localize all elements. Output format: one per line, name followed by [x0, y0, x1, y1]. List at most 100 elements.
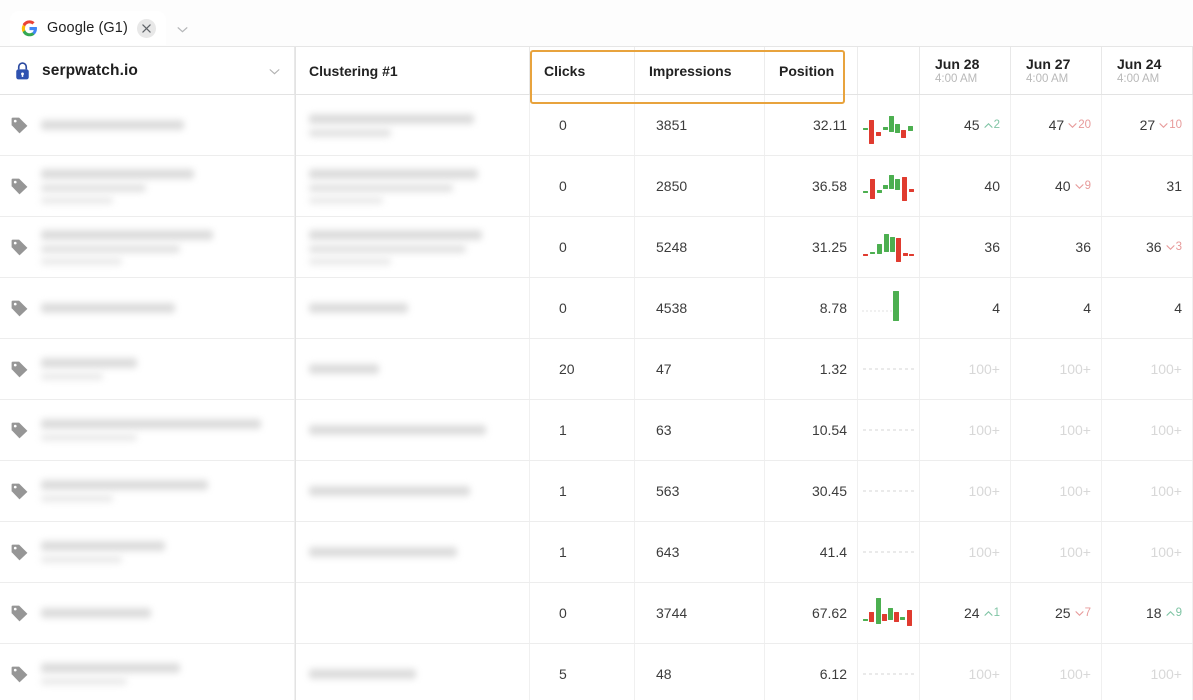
trend-sparkline-cell[interactable] [858, 217, 920, 277]
clicks-cell[interactable]: 1 [530, 522, 635, 582]
table-row[interactable]: 1 63 10.54 100+ 100+ 100+ [0, 400, 1193, 461]
keyword-cell[interactable] [0, 644, 295, 700]
rank-cell-0[interactable]: 40 [920, 156, 1011, 216]
table-row[interactable]: 1 563 30.45 100+ 100+ 100+ [0, 461, 1193, 522]
rank-cell-0[interactable]: 4 [920, 278, 1011, 338]
rank-cell-1[interactable]: 100+ [1011, 400, 1102, 460]
rank-cell-0[interactable]: 100+ [920, 461, 1011, 521]
position-cell[interactable]: 36.58 [765, 156, 858, 216]
table-row[interactable]: 0 2850 36.58 40 40 9 31 [0, 156, 1193, 217]
rank-cell-1[interactable]: 47 20 [1011, 95, 1102, 155]
tag-icon[interactable] [10, 421, 29, 440]
tag-icon[interactable] [10, 238, 29, 257]
tag-icon[interactable] [10, 299, 29, 318]
table-row[interactable]: 0 3744 67.62 24 1 25 7 18 9 [0, 583, 1193, 644]
table-row[interactable]: 5 48 6.12 100+ 100+ 100+ [0, 644, 1193, 700]
column-header-date-0[interactable]: Jun 28 4:00 AM [920, 47, 1011, 94]
position-cell[interactable]: 32.11 [765, 95, 858, 155]
position-cell[interactable]: 8.78 [765, 278, 858, 338]
rank-cell-2[interactable]: 36 3 [1102, 217, 1193, 277]
rank-cell-1[interactable]: 40 9 [1011, 156, 1102, 216]
impressions-cell[interactable]: 63 [635, 400, 765, 460]
rank-cell-2[interactable]: 100+ [1102, 522, 1193, 582]
table-row[interactable]: 0 3851 32.11 45 2 47 20 27 10 [0, 95, 1193, 156]
rank-cell-2[interactable]: 18 9 [1102, 583, 1193, 643]
clicks-cell[interactable]: 0 [530, 278, 635, 338]
rank-cell-2[interactable]: 100+ [1102, 461, 1193, 521]
table-row[interactable]: 1 643 41.4 100+ 100+ 100+ [0, 522, 1193, 583]
tag-icon[interactable] [10, 177, 29, 196]
impressions-cell[interactable]: 5248 [635, 217, 765, 277]
position-cell[interactable]: 30.45 [765, 461, 858, 521]
column-header-date-2[interactable]: Jun 24 4:00 AM [1102, 47, 1193, 94]
position-cell[interactable]: 1.32 [765, 339, 858, 399]
rank-cell-2[interactable]: 4 [1102, 278, 1193, 338]
rank-cell-1[interactable]: 100+ [1011, 339, 1102, 399]
close-icon[interactable] [136, 18, 156, 38]
column-header-position[interactable]: Position [765, 47, 858, 94]
keyword-cell[interactable] [0, 339, 295, 399]
keyword-cell[interactable] [0, 278, 295, 338]
rank-cell-0[interactable]: 100+ [920, 339, 1011, 399]
rank-cell-2[interactable]: 31 [1102, 156, 1193, 216]
impressions-cell[interactable]: 563 [635, 461, 765, 521]
table-row[interactable]: 0 4538 8.78 4 4 4 [0, 278, 1193, 339]
keyword-cell[interactable] [0, 95, 295, 155]
keyword-cell[interactable] [0, 156, 295, 216]
clicks-cell[interactable]: 0 [530, 95, 635, 155]
rank-cell-2[interactable]: 100+ [1102, 400, 1193, 460]
clustering-cell[interactable] [295, 156, 530, 216]
rank-cell-0[interactable]: 45 2 [920, 95, 1011, 155]
clicks-cell[interactable]: 20 [530, 339, 635, 399]
keyword-cell[interactable] [0, 522, 295, 582]
position-cell[interactable]: 31.25 [765, 217, 858, 277]
impressions-cell[interactable]: 4538 [635, 278, 765, 338]
browser-tab-google[interactable]: Google (G1) [10, 11, 166, 45]
position-cell[interactable]: 67.62 [765, 583, 858, 643]
clustering-cell[interactable] [295, 339, 530, 399]
column-header-date-1[interactable]: Jun 27 4:00 AM [1011, 47, 1102, 94]
trend-sparkline-cell[interactable] [858, 461, 920, 521]
keyword-cell[interactable] [0, 400, 295, 460]
chevron-down-icon[interactable] [175, 21, 191, 37]
rank-cell-1[interactable]: 36 [1011, 217, 1102, 277]
table-row[interactable]: 0 5248 31.25 36 36 36 3 [0, 217, 1193, 278]
position-cell[interactable]: 6.12 [765, 644, 858, 700]
rank-cell-0[interactable]: 100+ [920, 522, 1011, 582]
tag-icon[interactable] [10, 360, 29, 379]
tag-icon[interactable] [10, 604, 29, 623]
rank-cell-0[interactable]: 100+ [920, 644, 1011, 700]
column-header-clustering[interactable]: Clustering #1 [295, 47, 530, 94]
clustering-cell[interactable] [295, 461, 530, 521]
tag-icon[interactable] [10, 665, 29, 684]
position-cell[interactable]: 10.54 [765, 400, 858, 460]
table-row[interactable]: 20 47 1.32 100+ 100+ 100+ [0, 339, 1193, 400]
impressions-cell[interactable]: 3851 [635, 95, 765, 155]
rank-cell-1[interactable]: 100+ [1011, 461, 1102, 521]
clustering-cell[interactable] [295, 278, 530, 338]
impressions-cell[interactable]: 3744 [635, 583, 765, 643]
trend-sparkline-cell[interactable] [858, 156, 920, 216]
impressions-cell[interactable]: 643 [635, 522, 765, 582]
rank-cell-2[interactable]: 100+ [1102, 644, 1193, 700]
keyword-cell[interactable] [0, 583, 295, 643]
clicks-cell[interactable]: 0 [530, 217, 635, 277]
clustering-cell[interactable] [295, 522, 530, 582]
keyword-cell[interactable] [0, 217, 295, 277]
trend-sparkline-cell[interactable] [858, 583, 920, 643]
clicks-cell[interactable]: 1 [530, 400, 635, 460]
rank-cell-0[interactable]: 36 [920, 217, 1011, 277]
clustering-cell[interactable] [295, 644, 530, 700]
tag-icon[interactable] [10, 482, 29, 501]
rank-cell-1[interactable]: 100+ [1011, 644, 1102, 700]
clustering-cell[interactable] [295, 583, 530, 643]
clicks-cell[interactable]: 5 [530, 644, 635, 700]
column-header-clicks[interactable]: Clicks [530, 47, 635, 94]
trend-sparkline-cell[interactable] [858, 522, 920, 582]
clustering-cell[interactable] [295, 400, 530, 460]
clicks-cell[interactable]: 0 [530, 156, 635, 216]
keyword-cell[interactable] [0, 461, 295, 521]
site-selector[interactable]: serpwatch.io [0, 47, 295, 94]
clicks-cell[interactable]: 1 [530, 461, 635, 521]
rank-cell-0[interactable]: 24 1 [920, 583, 1011, 643]
